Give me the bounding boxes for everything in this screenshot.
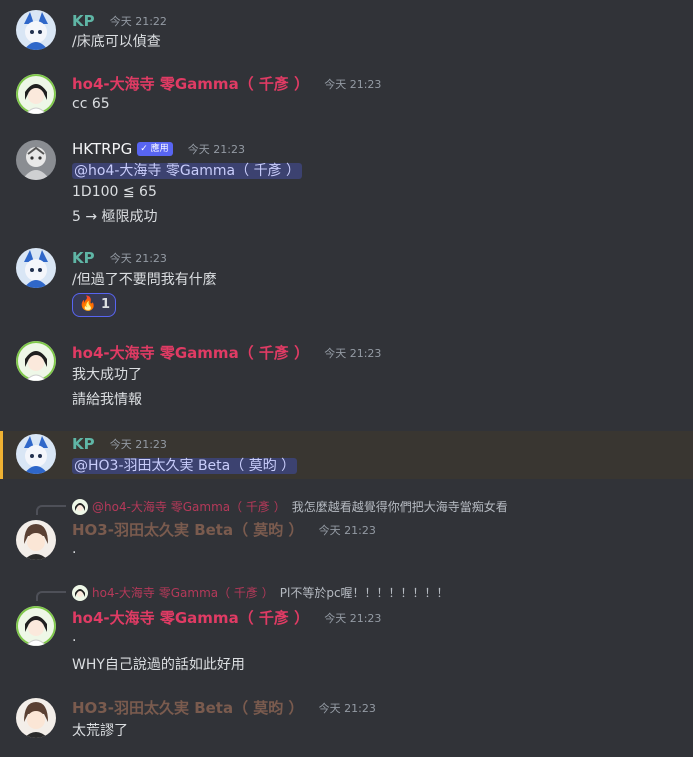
- reply-connector: [36, 505, 66, 515]
- author-name[interactable]: KP: [72, 12, 95, 30]
- message-highlighted: KP 今天 21:23 @HO3-羽田太久実 Beta（ 莫昀 ）: [0, 431, 693, 479]
- avatar-ho4[interactable]: [16, 74, 56, 114]
- avatar-kp[interactable]: [16, 248, 56, 288]
- avatar-ho4[interactable]: [16, 606, 56, 646]
- app-badge-label: 應用: [150, 143, 169, 154]
- message-text: /但過了不要問我有什麼: [72, 272, 217, 288]
- user-mention[interactable]: @ho4-大海寺 零Gamma（ 千彥 ）: [72, 163, 303, 179]
- reply-avatar: [72, 584, 88, 601]
- timestamp: 今天 21:23: [318, 701, 376, 715]
- message-text: 5 → 極限成功: [72, 209, 158, 225]
- author-name[interactable]: KP: [72, 249, 95, 267]
- timestamp: 今天 21:23: [324, 346, 382, 360]
- message-text: 我大成功了: [72, 367, 142, 383]
- reaction-count: 1: [101, 297, 111, 312]
- timestamp: 今天 21:23: [324, 77, 382, 91]
- reply-preview[interactable]: @ho4-大海寺 零Gamma（ 千彥 ） 我怎麼越看越覺得你們把大海寺當痴女看: [72, 498, 508, 515]
- app-badge: ✓ 應用: [137, 141, 173, 156]
- message: ho4-大海寺 零Gamma（ 千彥 ） 今天 21:23 我大成功了 請給我情…: [0, 333, 693, 417]
- message-text: WHY自己說過的話如此好用: [72, 657, 245, 673]
- author-name[interactable]: ho4-大海寺 零Gamma（ 千彥 ）: [72, 73, 309, 94]
- reply-text: Pl不等於pc喔！！！！！！！！: [279, 586, 449, 600]
- avatar-ho3[interactable]: [16, 520, 56, 560]
- message: HO3-羽田太久実 Beta（ 莫昀 ） 今天 21:23 太荒謬了: [0, 690, 693, 757]
- message: ho4-大海寺 零Gamma（ 千彥 ） 今天 21:23 cc 65: [0, 66, 693, 126]
- author-name[interactable]: ho4-大海寺 零Gamma（ 千彥 ）: [72, 342, 309, 363]
- reply-author[interactable]: @ho4-大海寺 零Gamma（ 千彥 ）: [92, 500, 286, 514]
- message: ho4-大海寺 零Gamma（ 千彥 ） Pl不等於pc喔！！！！！！！！ ho4…: [0, 578, 693, 684]
- message-text: 請給我情報: [72, 392, 142, 408]
- reply-preview[interactable]: ho4-大海寺 零Gamma（ 千彥 ） Pl不等於pc喔！！！！！！！！: [72, 584, 449, 601]
- message-text: /床底可以偵查: [72, 34, 161, 50]
- message: KP 今天 21:22 /床底可以偵查: [0, 0, 693, 60]
- chat-log: KP 今天 21:22 /床底可以偵查 ho4-大海寺 零Gamma（ 千彥 ）…: [0, 0, 693, 757]
- reply-author[interactable]: ho4-大海寺 零Gamma（ 千彥 ）: [92, 586, 274, 600]
- message: @ho4-大海寺 零Gamma（ 千彥 ）我怎麼越看越覺得你們把大海寺當痴女看 …: [0, 492, 693, 570]
- author-name[interactable]: HO3-羽田太久実 Beta（ 莫昀 ）: [72, 697, 304, 718]
- avatar-hktrpg[interactable]: [16, 140, 56, 180]
- message-text: 1D100 ≦ 65: [72, 184, 157, 200]
- author-name[interactable]: ho4-大海寺 零Gamma（ 千彥 ）: [72, 607, 309, 628]
- reply-avatar: [72, 498, 88, 515]
- reply-connector: [36, 591, 66, 601]
- check-icon: ✓: [140, 143, 148, 154]
- reaction-button[interactable]: 🔥 1: [72, 293, 116, 317]
- message-text: .: [72, 629, 77, 645]
- author-name[interactable]: KP: [72, 435, 95, 453]
- reply-text: 我怎麼越看越覺得你們把大海寺當痴女看: [291, 500, 508, 514]
- avatar-kp[interactable]: [16, 10, 56, 50]
- avatar-ho3[interactable]: [16, 698, 56, 738]
- timestamp: 今天 21:23: [109, 437, 167, 451]
- author-name[interactable]: HKTRPG: [72, 140, 132, 158]
- author-name[interactable]: HO3-羽田太久実 Beta（ 莫昀 ）: [72, 519, 304, 540]
- message-text: cc 65: [72, 96, 110, 112]
- message-text: 太荒謬了: [72, 723, 128, 739]
- user-mention[interactable]: @HO3-羽田太久実 Beta（ 莫昀 ）: [72, 458, 298, 474]
- timestamp: 今天 21:23: [318, 523, 376, 537]
- timestamp: 今天 21:23: [187, 142, 245, 156]
- avatar-ho4[interactable]: [16, 341, 56, 381]
- timestamp: 今天 21:22: [109, 14, 167, 28]
- avatar-kp[interactable]: [16, 434, 56, 474]
- fire-emoji: 🔥: [79, 296, 97, 312]
- timestamp: 今天 21:23: [324, 611, 382, 625]
- message: HKTRPG ✓ 應用 今天 21:23 @ho4-大海寺 零Gamma（ 千彥 …: [0, 132, 693, 232]
- timestamp: 今天 21:23: [109, 251, 167, 265]
- message-text: .: [72, 541, 77, 557]
- message: KP 今天 21:23 /但過了不要問我有什麼 🔥 1: [0, 240, 693, 324]
